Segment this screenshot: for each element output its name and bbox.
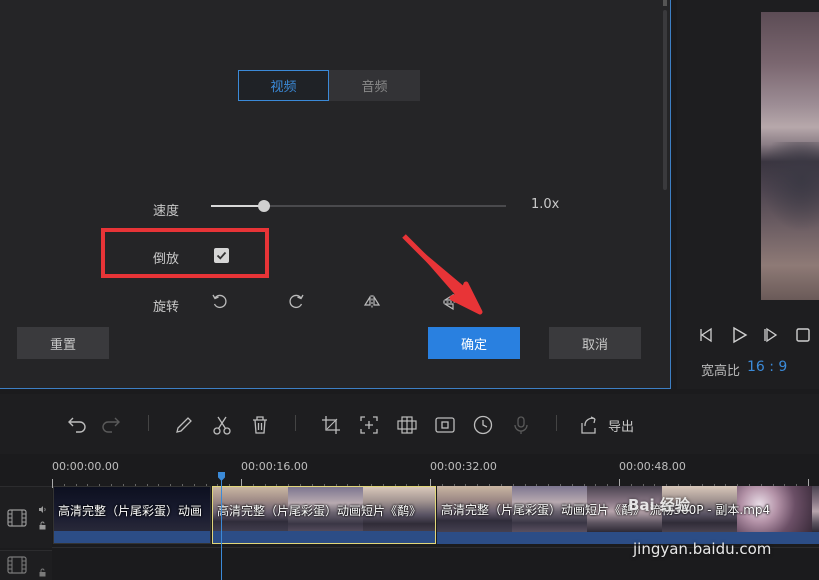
timecode-32: 00:00:32.00 xyxy=(430,460,497,473)
reverse-highlight-annotation xyxy=(101,228,269,278)
scrollbar-up-arrow[interactable] xyxy=(663,0,667,6)
previous-frame-icon[interactable] xyxy=(697,325,717,345)
toolbar-separator xyxy=(148,415,149,431)
clip-title: 高清完整（片尾彩蛋）动画短片《鹬》 xyxy=(217,504,422,518)
cancel-button[interactable]: 取消 xyxy=(549,327,641,359)
media-tabs: 视频 音频 xyxy=(238,70,420,101)
clip-audio-strip xyxy=(213,531,435,543)
second-track-header xyxy=(0,550,52,580)
undo-icon[interactable] xyxy=(64,414,86,436)
preview-video-frame xyxy=(761,12,819,300)
clip-thumbnail xyxy=(812,486,819,532)
clip-title: 高清完整（片尾彩蛋）动画短片《鹬》-流畅360P - 副本.mp4 xyxy=(441,503,771,517)
timeline-clip-1[interactable]: 高清完整（片尾彩蛋）动画 xyxy=(53,486,211,544)
mosaic-icon[interactable] xyxy=(396,414,418,436)
next-frame-icon[interactable] xyxy=(761,325,781,345)
freeze-frame-icon[interactable] xyxy=(434,414,456,436)
timeline-clip-2-selected[interactable]: 高清完整（片尾彩蛋）动画短片《鹬》 xyxy=(212,486,436,544)
trash-icon[interactable] xyxy=(249,414,271,436)
speaker-icon[interactable] xyxy=(38,505,47,514)
play-icon[interactable] xyxy=(729,325,749,345)
edit-panel: 视频 音频 速度 1.0x 倒放 旋转 重置 确定 取消 xyxy=(0,0,671,389)
speed-slider-fill xyxy=(211,205,264,207)
timecode-16: 00:00:16.00 xyxy=(241,460,308,473)
lock-icon[interactable] xyxy=(38,568,47,577)
zoom-icon[interactable] xyxy=(358,414,380,436)
film-icon xyxy=(7,556,27,574)
export-label[interactable]: 导出 xyxy=(608,416,634,435)
video-track-header xyxy=(0,486,52,548)
tab-video[interactable]: 视频 xyxy=(238,70,329,101)
annotation-arrow-icon xyxy=(402,234,483,315)
speed-label: 速度 xyxy=(153,204,180,219)
microphone-icon xyxy=(514,416,528,434)
pencil-icon[interactable] xyxy=(173,414,195,436)
timecode-0: 00:00:00.00 xyxy=(52,460,119,473)
timeline: 00:00:00.00 00:00:16.00 00:00:32.00 00:0… xyxy=(0,454,819,580)
duration-icon[interactable] xyxy=(472,414,494,436)
watermark-url: jingyan.baidu.com xyxy=(633,540,772,558)
scrollbar-thumb[interactable] xyxy=(663,10,667,190)
edit-panel-scrollbar[interactable] xyxy=(662,0,668,200)
clip-title: 高清完整（片尾彩蛋）动画 xyxy=(58,504,203,518)
speed-slider-knob[interactable] xyxy=(258,200,270,212)
playhead[interactable] xyxy=(221,472,222,580)
aspect-ratio-label: 宽高比 xyxy=(701,364,741,379)
speed-value: 1.0x xyxy=(531,197,560,212)
clip-audio-strip xyxy=(54,531,210,543)
export-icon[interactable] xyxy=(578,414,600,436)
speed-slider[interactable] xyxy=(211,200,506,212)
tab-audio[interactable]: 音频 xyxy=(329,70,420,101)
toolbar-separator xyxy=(556,415,557,431)
timecode-48: 00:00:48.00 xyxy=(619,460,686,473)
stop-icon[interactable] xyxy=(793,325,813,345)
toolbar-separator xyxy=(295,415,296,431)
preview-panel: 宽高比 16 : 9 xyxy=(677,0,819,389)
watermark-logo: Bai 经验 xyxy=(628,496,690,514)
confirm-button[interactable]: 确定 xyxy=(428,327,520,359)
redo-icon[interactable] xyxy=(102,414,124,436)
aspect-ratio-value[interactable]: 16 : 9 xyxy=(747,359,787,375)
rotate-label: 旋转 xyxy=(153,300,180,315)
edit-toolbar: 导出 xyxy=(0,394,819,454)
film-icon xyxy=(7,509,27,527)
clip-thumbnail xyxy=(204,487,210,533)
flip-horizontal-icon[interactable] xyxy=(362,292,382,312)
crop-icon[interactable] xyxy=(320,414,342,436)
rotate-right-icon[interactable] xyxy=(286,292,306,312)
lock-icon[interactable] xyxy=(38,521,47,530)
reset-button[interactable]: 重置 xyxy=(17,327,109,359)
scissors-icon[interactable] xyxy=(211,414,233,436)
rotate-left-icon[interactable] xyxy=(210,292,230,312)
